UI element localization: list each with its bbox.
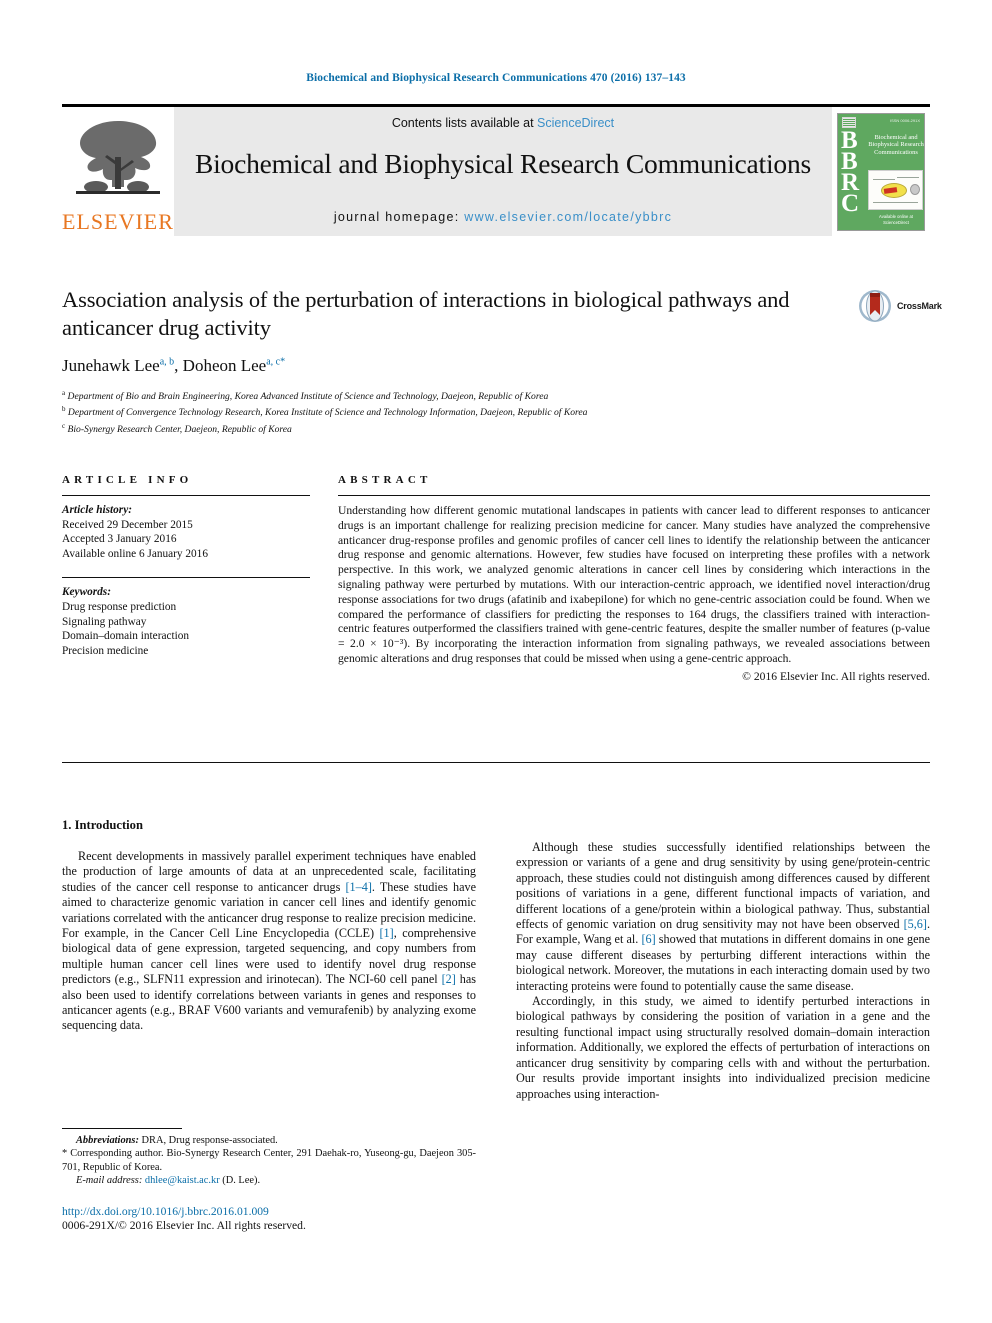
journal-masthead: ELSEVIER Contents lists available at Sci… (62, 104, 930, 236)
corresponding-author-note: * Corresponding author. Bio-Synergy Rese… (62, 1148, 476, 1173)
article-history-item: Available online 6 January 2016 (62, 547, 208, 560)
footnote-block: Abbreviations: DRA, Drug response-associ… (62, 1128, 476, 1188)
info-abstract-region: ARTICLE INFO Article history: Received 2… (62, 474, 930, 683)
cover-figure-line (873, 201, 918, 203)
sciencedirect-link[interactable]: ScienceDirect (537, 116, 614, 130)
journal-homepage-line: journal homepage: www.elsevier.com/locat… (334, 210, 672, 224)
abstract-heading: ABSTRACT (338, 474, 432, 486)
email-label: E-mail address: (76, 1175, 143, 1187)
abstract-column: ABSTRACT Understanding how different gen… (338, 474, 930, 683)
article-history-item: Received 29 December 2015 (62, 518, 193, 531)
email-note: E-mail address: dhlee@kaist.ac.kr (D. Le… (62, 1174, 476, 1187)
cover-figure-node-icon (910, 183, 920, 195)
author-list: Junehawk Leea, b, Doheon Leea, c* (62, 356, 286, 375)
elsevier-wordmark: ELSEVIER (62, 209, 174, 234)
affiliation-mark: c (62, 421, 66, 430)
crossmark-label: CrossMark (897, 301, 942, 311)
cover-journal-title: Biochemical and Biophysical Research Com… (868, 133, 924, 156)
abbreviations-text: DRA, Drug response-associated. (138, 1135, 278, 1146)
doi-link[interactable]: http://dx.doi.org/10.1016/j.bbrc.2016.01… (62, 1205, 482, 1218)
journal-article-page: Biochemical and Biophysical Research Com… (0, 0, 992, 1323)
abstract-copyright: © 2016 Elsevier Inc. All rights reserved… (742, 669, 930, 683)
affiliation-text: Department of Bio and Brain Engineering,… (67, 391, 549, 403)
keywords-label: Keywords: (62, 586, 111, 599)
article-history-group: Article history: Received 29 December 20… (62, 496, 310, 561)
cover-bbrc-letters: BBRC (841, 126, 860, 217)
crossmark-icon (859, 290, 891, 322)
affiliation-item: a Department of Bio and Brain Engineerin… (62, 387, 852, 403)
affiliation-list: a Department of Bio and Brain Engineerin… (62, 387, 852, 436)
article-history-item: Accepted 3 January 2016 (62, 533, 177, 546)
email-suffix: (D. Lee). (219, 1175, 261, 1187)
intro-paragraph-right-2: Accordingly, in this study, we aimed to … (516, 994, 930, 1101)
citation-ref-6[interactable]: [6] (641, 932, 655, 946)
article-info-column: ARTICLE INFO Article history: Received 2… (62, 474, 310, 683)
cover-figure-line (897, 176, 919, 178)
elsevier-logo: ELSEVIER (62, 107, 174, 236)
cover-figure-illustration (868, 169, 923, 210)
citation-ref-1[interactable]: [1] (380, 926, 394, 940)
issn-copyright-line: 0006-291X/© 2016 Elsevier Inc. All right… (62, 1219, 306, 1232)
article-body: 1. Introduction Recent developments in m… (62, 818, 930, 1102)
author-name: Junehawk Lee (62, 356, 160, 375)
cover-footer-text: Available online at ScienceDirect (879, 213, 913, 225)
page-title: Association analysis of the perturbation… (62, 287, 790, 340)
running-head: Biochemical and Biophysical Research Com… (306, 72, 686, 84)
affiliation-text: Department of Convergence Technology Res… (67, 407, 588, 419)
abbreviations-label: Abbreviations: (76, 1135, 139, 1146)
article-info-heading: ARTICLE INFO (62, 474, 193, 486)
affiliation-item: b Department of Convergence Technology R… (62, 403, 852, 419)
journal-cover-thumbnail: ISSN 0006-291X BBRC Biochemical and Biop… (837, 112, 925, 231)
author-name: Doheon Lee (182, 356, 267, 375)
cover-elsevier-mark-icon (842, 116, 856, 128)
cover-issn-text: ISSN 0006-291X (889, 117, 920, 123)
journal-title: Biochemical and Biophysical Research Com… (194, 148, 812, 179)
intro-paragraph-right-1: Although these studies successfully iden… (516, 840, 930, 994)
keyword-item: Signaling pathway (62, 615, 147, 628)
body-column-right: Although these studies successfully iden… (516, 818, 930, 1102)
crossmark-badge[interactable]: CrossMark (858, 288, 944, 324)
citation-ref-5-6[interactable]: [5,6] (904, 917, 927, 931)
affiliation-mark: b (62, 405, 66, 414)
keyword-item: Drug response prediction (62, 600, 177, 613)
body-separator-rule (62, 762, 930, 763)
author-affil-marks: a, b (159, 356, 175, 368)
contents-prefix: Contents lists available at (391, 116, 538, 130)
affiliation-text: Bio-Synergy Research Center, Daejeon, Re… (67, 423, 292, 435)
citation-ref-2[interactable]: [2] (442, 972, 456, 986)
abstract-text: Understanding how different genomic muta… (338, 504, 930, 665)
title-block: Association analysis of the perturbation… (62, 286, 852, 436)
footnote-rule (62, 1128, 182, 1129)
intro-paragraph-left: Recent developments in massively paralle… (62, 849, 476, 1034)
email-link[interactable]: dhlee@kaist.ac.kr (145, 1175, 220, 1186)
section-heading-introduction: 1. Introduction (62, 818, 143, 832)
contents-available-line: Contents lists available at ScienceDirec… (392, 116, 614, 130)
affiliation-mark: a (62, 389, 66, 397)
citation-ref-1-4[interactable]: [1–4] (345, 880, 371, 894)
affiliation-item: c Bio-Synergy Research Center, Daejeon, … (62, 420, 852, 436)
journal-banner: Contents lists available at ScienceDirec… (174, 107, 832, 236)
journal-cover-cell: ISSN 0006-291X BBRC Biochemical and Biop… (832, 107, 930, 236)
keyword-item: Precision medicine (62, 644, 149, 657)
article-history-label: Article history: (62, 504, 132, 516)
doi-footer: http://dx.doi.org/10.1016/j.bbrc.2016.01… (62, 1205, 482, 1232)
corresponding-author-star: * (280, 356, 286, 368)
author-affil-marks: a, c (266, 356, 281, 368)
homepage-prefix: journal homepage: (333, 210, 465, 224)
intro-text-a: Although these studies successfully iden… (516, 840, 930, 932)
elsevier-tree-icon (76, 121, 160, 194)
body-column-left: 1. Introduction Recent developments in m… (62, 818, 476, 1102)
keyword-item: Domain–domain interaction (62, 630, 190, 643)
abbreviations-note: Abbreviations: DRA, Drug response-associ… (62, 1134, 476, 1147)
keywords-group: Keywords: Drug response prediction Signa… (62, 578, 310, 658)
cover-figure-line (873, 178, 895, 180)
journal-homepage-url[interactable]: www.elsevier.com/locate/ybbrc (464, 210, 672, 224)
